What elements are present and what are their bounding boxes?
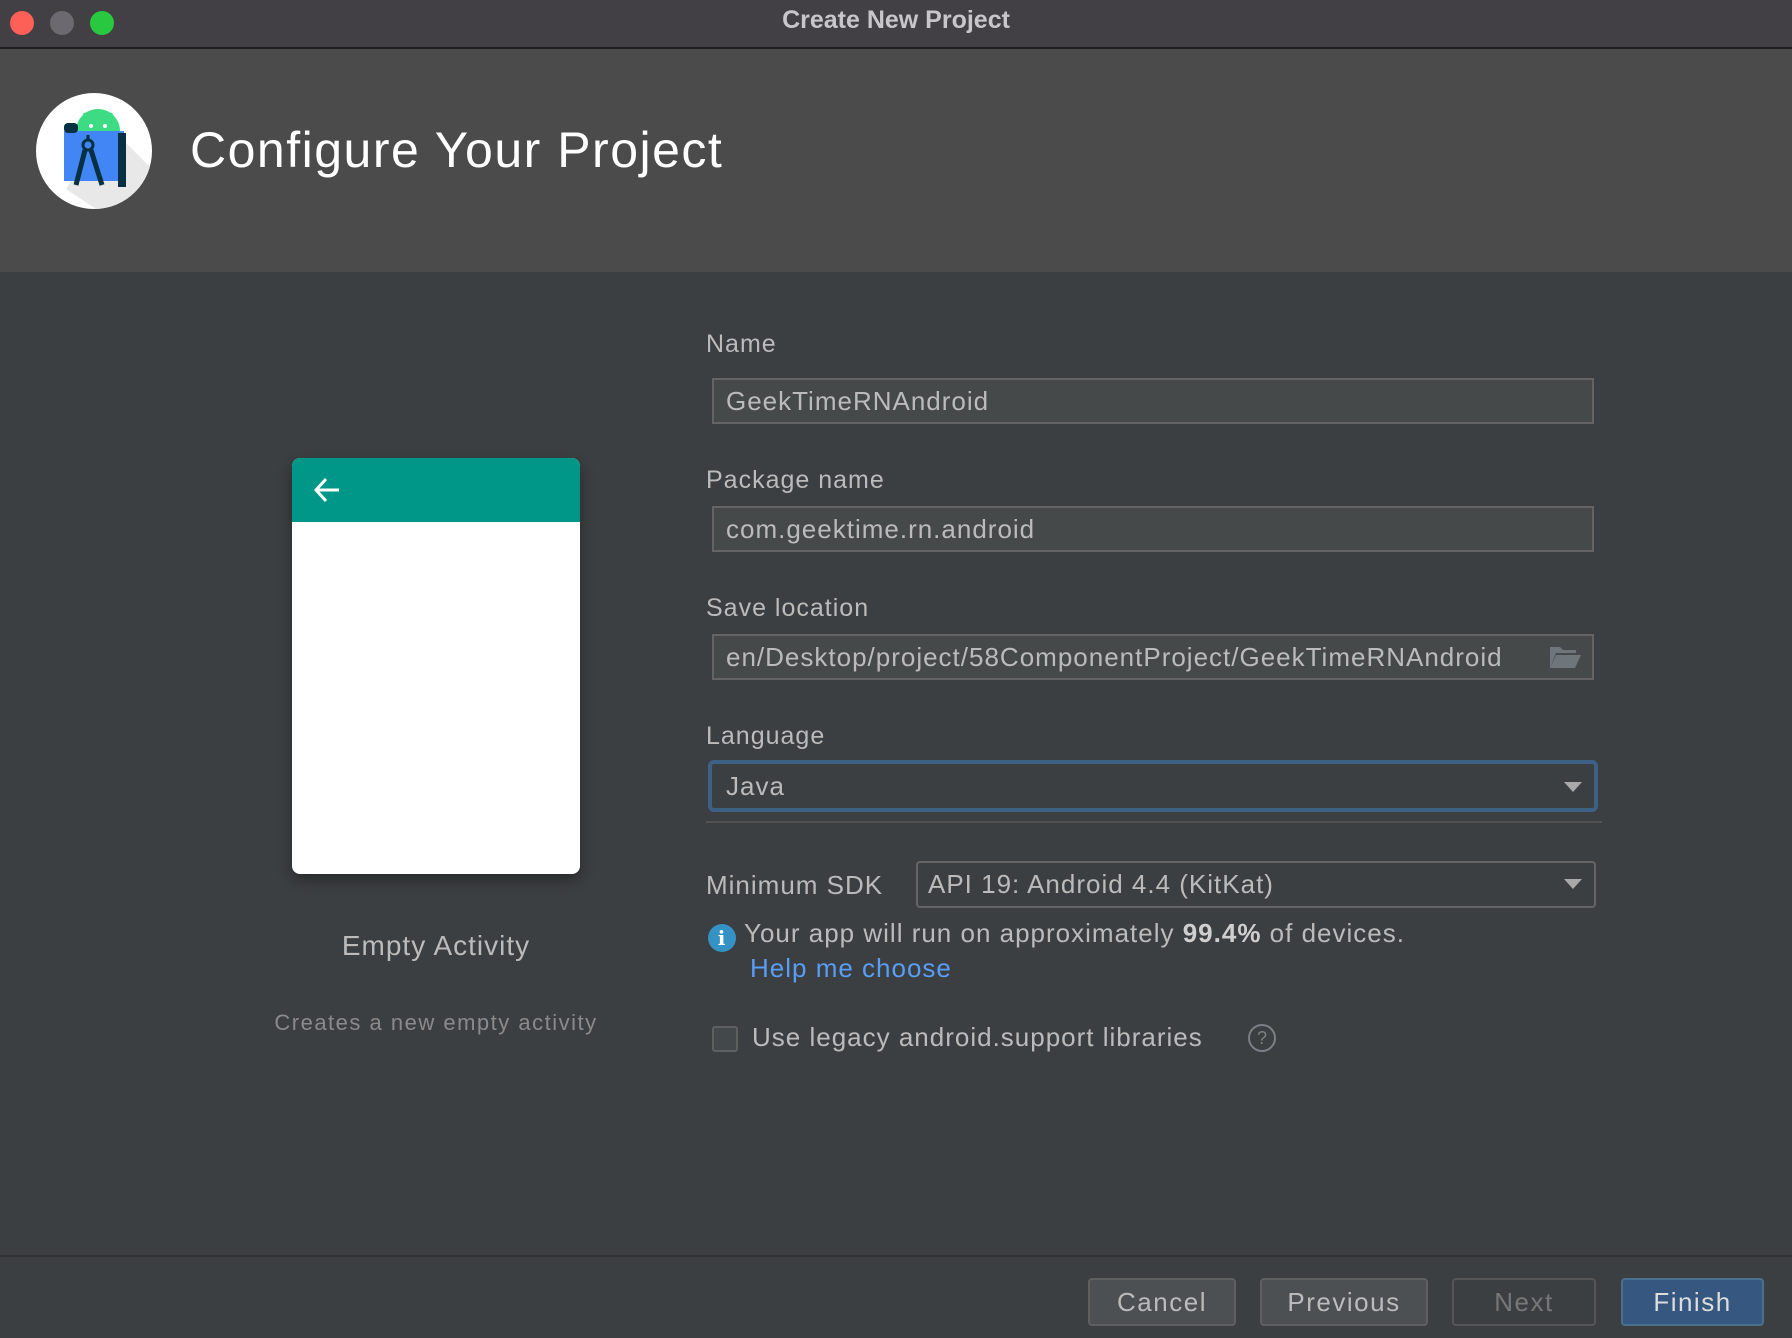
- preview-app-bar: [292, 458, 580, 522]
- package-name-label: Package name: [706, 466, 885, 494]
- help-icon[interactable]: ?: [1248, 1024, 1276, 1052]
- info-icon: i: [708, 924, 736, 952]
- help-me-choose-link[interactable]: Help me choose: [750, 953, 952, 984]
- package-name-value: com.geektime.rn.android: [726, 514, 1036, 544]
- title-bar: Create New Project: [0, 0, 1792, 49]
- legacy-support-label[interactable]: Use legacy android.support libraries: [752, 1022, 1203, 1053]
- language-dropdown[interactable]: Java: [708, 760, 1598, 812]
- language-value: Java: [726, 771, 785, 801]
- page-title: Configure Your Project: [190, 122, 724, 178]
- android-studio-logo-icon: [36, 93, 152, 209]
- cancel-button[interactable]: Cancel: [1088, 1278, 1236, 1326]
- finish-button[interactable]: Finish: [1621, 1278, 1764, 1326]
- name-label: Name: [706, 330, 777, 358]
- separator: [706, 821, 1602, 823]
- footer-divider: [0, 1255, 1792, 1257]
- legacy-support-checkbox[interactable]: [712, 1026, 738, 1052]
- coverage-percent: 99.4%: [1182, 918, 1262, 948]
- save-location-label: Save location: [706, 594, 870, 622]
- language-label: Language: [706, 722, 826, 750]
- device-coverage-info: i Your app will run on approximately 99.4…: [708, 918, 1405, 952]
- save-location-value: en/Desktop/project/58ComponentProject/Ge…: [726, 642, 1503, 672]
- minimum-sdk-label: Minimum SDK: [706, 870, 884, 900]
- template-description: Creates a new empty activity: [274, 1010, 598, 1035]
- template-name: Empty Activity: [341, 930, 531, 961]
- previous-button[interactable]: Previous: [1260, 1278, 1428, 1326]
- chevron-down-icon: [1564, 782, 1582, 792]
- minimum-sdk-value: API 19: Android 4.4 (KitKat): [928, 869, 1274, 899]
- next-button[interactable]: Next: [1452, 1278, 1596, 1326]
- package-name-input[interactable]: com.geektime.rn.android: [712, 506, 1594, 552]
- coverage-suffix: of devices.: [1261, 918, 1405, 948]
- name-input[interactable]: GeekTimeRNAndroid: [712, 378, 1594, 424]
- template-preview: [292, 458, 580, 874]
- name-input-value: GeekTimeRNAndroid: [726, 386, 990, 416]
- wizard-header: Configure Your Project: [0, 49, 1792, 272]
- coverage-prefix: Your app will run on approximately: [744, 918, 1183, 948]
- window-title: Create New Project: [782, 6, 1010, 34]
- back-arrow-icon: [313, 477, 339, 503]
- folder-icon[interactable]: [1548, 644, 1582, 670]
- save-location-input[interactable]: en/Desktop/project/58ComponentProject/Ge…: [712, 634, 1594, 680]
- chevron-down-icon: [1564, 879, 1582, 889]
- minimum-sdk-dropdown[interactable]: API 19: Android 4.4 (KitKat): [916, 861, 1596, 908]
